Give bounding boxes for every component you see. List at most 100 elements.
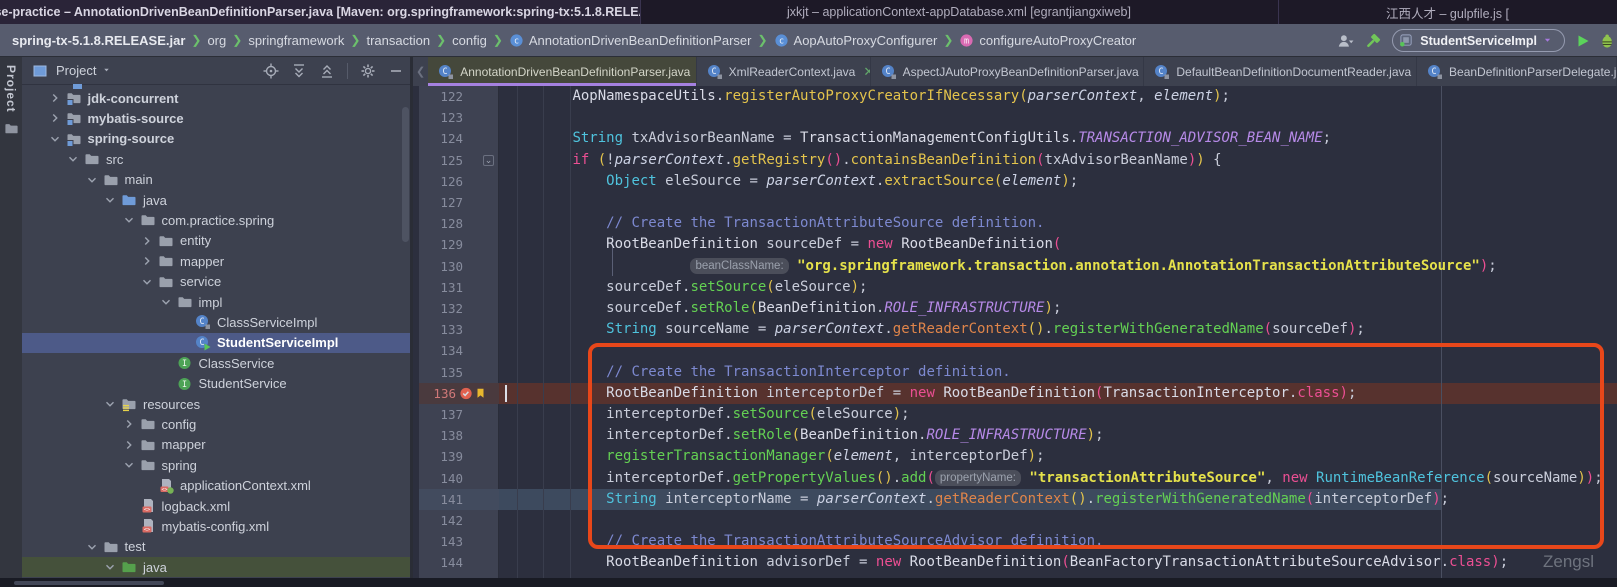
code-line-144[interactable]: RootBeanDefinition advisorDef = new Root… (413, 552, 1617, 573)
code-line-133[interactable]: String sourceName = parserContext.getRea… (413, 319, 1617, 340)
code-line-128[interactable]: // Create the TransactionAttributeSource… (413, 213, 1617, 234)
tree-item-mapper[interactable]: mapper (22, 251, 412, 271)
breadcrumb-separator-icon: ❯ (755, 33, 769, 47)
tree-item-java[interactable]: java (22, 557, 412, 577)
breadcrumb-item[interactable]: springframework (248, 33, 344, 48)
breadcrumb-item[interactable]: spring-tx-5.1.8.RELEASE.jar (12, 33, 185, 48)
close-icon[interactable]: ✕ (863, 64, 870, 80)
tab-beandefinitionparserdelegate-ja[interactable]: CBeanDefinitionParserDelegate.ja (1417, 57, 1617, 86)
code-line-137[interactable]: interceptorDef.setSource(eleSource); (413, 404, 1617, 425)
tree-item-studentserviceimpl[interactable]: CStudentServiceImpl (22, 333, 412, 353)
breadcrumb-item[interactable]: mconfigureAutoProxyCreator (959, 33, 1136, 48)
build-hammer-icon[interactable] (1364, 32, 1382, 50)
code-editor[interactable]: 122 AopNamespaceUtils.registerAutoProxyC… (413, 86, 1617, 578)
tree-item-config[interactable]: config (22, 414, 412, 434)
chevron-down-icon[interactable] (102, 397, 118, 411)
tree-item-src[interactable]: src (22, 149, 412, 169)
run-button[interactable] (1575, 33, 1591, 49)
run-configuration-select[interactable]: StudentServiceImpl (1392, 29, 1565, 52)
code-line-136[interactable]: RootBeanDefinition interceptorDef = new … (413, 383, 1617, 404)
chevron-down-icon[interactable] (84, 173, 100, 187)
code-line-139[interactable]: registerTransactionManager(element, inte… (413, 446, 1617, 467)
tree-item-logback-xml[interactable]: <>logback.xml (22, 496, 412, 516)
code-line-122[interactable]: AopNamespaceUtils.registerAutoProxyCreat… (413, 86, 1617, 107)
code-token: class (1449, 554, 1491, 570)
tree-item-jdk-concurrent[interactable]: jdk-concurrent (22, 88, 412, 108)
code-line-138[interactable]: interceptorDef.setRole(BeanDefinition.RO… (413, 425, 1617, 446)
chevron-down-icon[interactable] (102, 193, 118, 207)
tree-scrollbar[interactable] (402, 107, 409, 242)
code-line-132[interactable]: sourceDef.setRole(BeanDefinition.ROLE_IN… (413, 298, 1617, 319)
code-token: () (825, 152, 842, 168)
tree-item-classservice[interactable]: IClassService (22, 353, 412, 373)
tree-item-impl[interactable]: impl (22, 292, 412, 312)
tree-item-service[interactable]: service (22, 272, 412, 292)
breadcrumb-item[interactable]: config (452, 33, 487, 48)
chevron-down-icon[interactable] (139, 275, 155, 289)
code-line-127[interactable] (413, 192, 1617, 213)
tree-item-java[interactable]: java (22, 190, 412, 210)
horizontal-scrollbar[interactable] (14, 581, 164, 585)
chevron-down-icon[interactable] (102, 560, 118, 574)
breadcrumb-item[interactable]: cAopAutoProxyConfigurer (774, 33, 938, 48)
user-profile-icon[interactable] (1336, 32, 1354, 50)
tree-item-label: config (162, 417, 197, 432)
code-line-123[interactable] (413, 107, 1617, 128)
chevron-right-icon[interactable] (139, 234, 155, 248)
tree-item-com-practice-spring[interactable]: com.practice.spring (22, 210, 412, 230)
tree-item-spring[interactable]: spring (22, 455, 412, 475)
tree-item-test[interactable]: test (22, 537, 412, 557)
code-line-129[interactable]: RootBeanDefinition sourceDef = new RootB… (413, 234, 1617, 255)
tab-scroll-left-icon[interactable]: ❮ (413, 57, 428, 86)
code-line-143[interactable]: // Create the TransactionAttributeSource… (413, 531, 1617, 552)
tree-item-studentservice[interactable]: IStudentService (22, 374, 412, 394)
breadcrumb-item[interactable]: org (207, 33, 226, 48)
code-line-141[interactable]: String interceptorName = parserContext.g… (413, 489, 1617, 510)
breadcrumb-item[interactable]: cAnnotationDrivenBeanDefinitionParser (509, 33, 752, 48)
hide-panel-icon[interactable] (388, 63, 404, 79)
tree-item-spring-source[interactable]: spring-source (22, 129, 412, 149)
tree-item-mapper[interactable]: mapper (22, 435, 412, 455)
tree-item-resources[interactable]: resources (22, 394, 412, 414)
chevron-down-icon[interactable] (158, 295, 174, 309)
chevron-down-icon[interactable] (121, 213, 137, 227)
project-panel-title[interactable]: Project (56, 63, 96, 78)
breadcrumb-item[interactable]: transaction (366, 33, 430, 48)
chevron-right-icon[interactable] (47, 91, 63, 105)
tree-item-applicationcontext-xml[interactable]: <>applicationContext.xml (22, 476, 412, 496)
tree-item-mybatis-config-xml[interactable]: <>mybatis-config.xml (22, 516, 412, 536)
tree-item-mybatis-source[interactable]: mybatis-source (22, 108, 412, 128)
chevron-down-icon[interactable] (47, 132, 63, 146)
chevron-down-icon[interactable] (84, 540, 100, 554)
code-line-124[interactable]: String txAdvisorBeanName = TransactionMa… (413, 128, 1617, 149)
chevron-right-icon[interactable] (47, 111, 63, 125)
chevron-right-icon[interactable] (139, 254, 155, 268)
gear-icon[interactable] (360, 63, 376, 79)
collapse-all-icon[interactable] (319, 63, 335, 79)
chevron-right-icon[interactable] (121, 438, 137, 452)
tab-xmlreadercontext-java[interactable]: CXmlReaderContext.java✕ (697, 57, 871, 86)
tab-aspectjautoproxybeandefinitionparser-java[interactable]: CAspectJAutoProxyBeanDefinitionParser.ja… (871, 57, 1145, 86)
tree-item-classserviceimpl[interactable]: CClassServiceImpl (22, 312, 412, 332)
code-line-140[interactable]: interceptorDef.getPropertyValues().add(p… (413, 468, 1617, 489)
tab-defaultbeandefinitiondocumentreader-java[interactable]: CDefaultBeanDefinitionDocumentReader.jav… (1144, 57, 1417, 86)
code-line-126[interactable]: Object eleSource = parserContext.extract… (413, 171, 1617, 192)
code-line-125[interactable]: if (!parserContext.getRegistry().contain… (413, 150, 1617, 171)
project-tool-window-button[interactable]: Project (0, 65, 22, 136)
chevron-down-icon[interactable] (65, 152, 81, 166)
debug-button[interactable] (1601, 33, 1615, 49)
code-line-142[interactable] (413, 510, 1617, 531)
tree-item-main[interactable]: main (22, 170, 412, 190)
tab-annotationdrivenbeandefinitionparser-java[interactable]: CAnnotationDrivenBeanDefinitionParser.ja… (428, 57, 696, 86)
code-line-134[interactable] (413, 340, 1617, 361)
chevron-down-icon[interactable] (102, 65, 114, 77)
chevron-down-icon[interactable] (121, 458, 137, 472)
code-line-130[interactable]: beanClassName: "org.springframework.tran… (413, 256, 1617, 277)
code-line-135[interactable]: // Create the TransactionInterceptor def… (413, 362, 1617, 383)
code-line-text: // Create the TransactionInterceptor def… (505, 362, 1011, 383)
tree-item-entity[interactable]: entity (22, 231, 412, 251)
chevron-right-icon[interactable] (121, 417, 137, 431)
code-line-131[interactable]: sourceDef.setSource(eleSource); (413, 277, 1617, 298)
expand-all-icon[interactable] (291, 63, 307, 79)
locate-file-icon[interactable] (263, 63, 279, 79)
